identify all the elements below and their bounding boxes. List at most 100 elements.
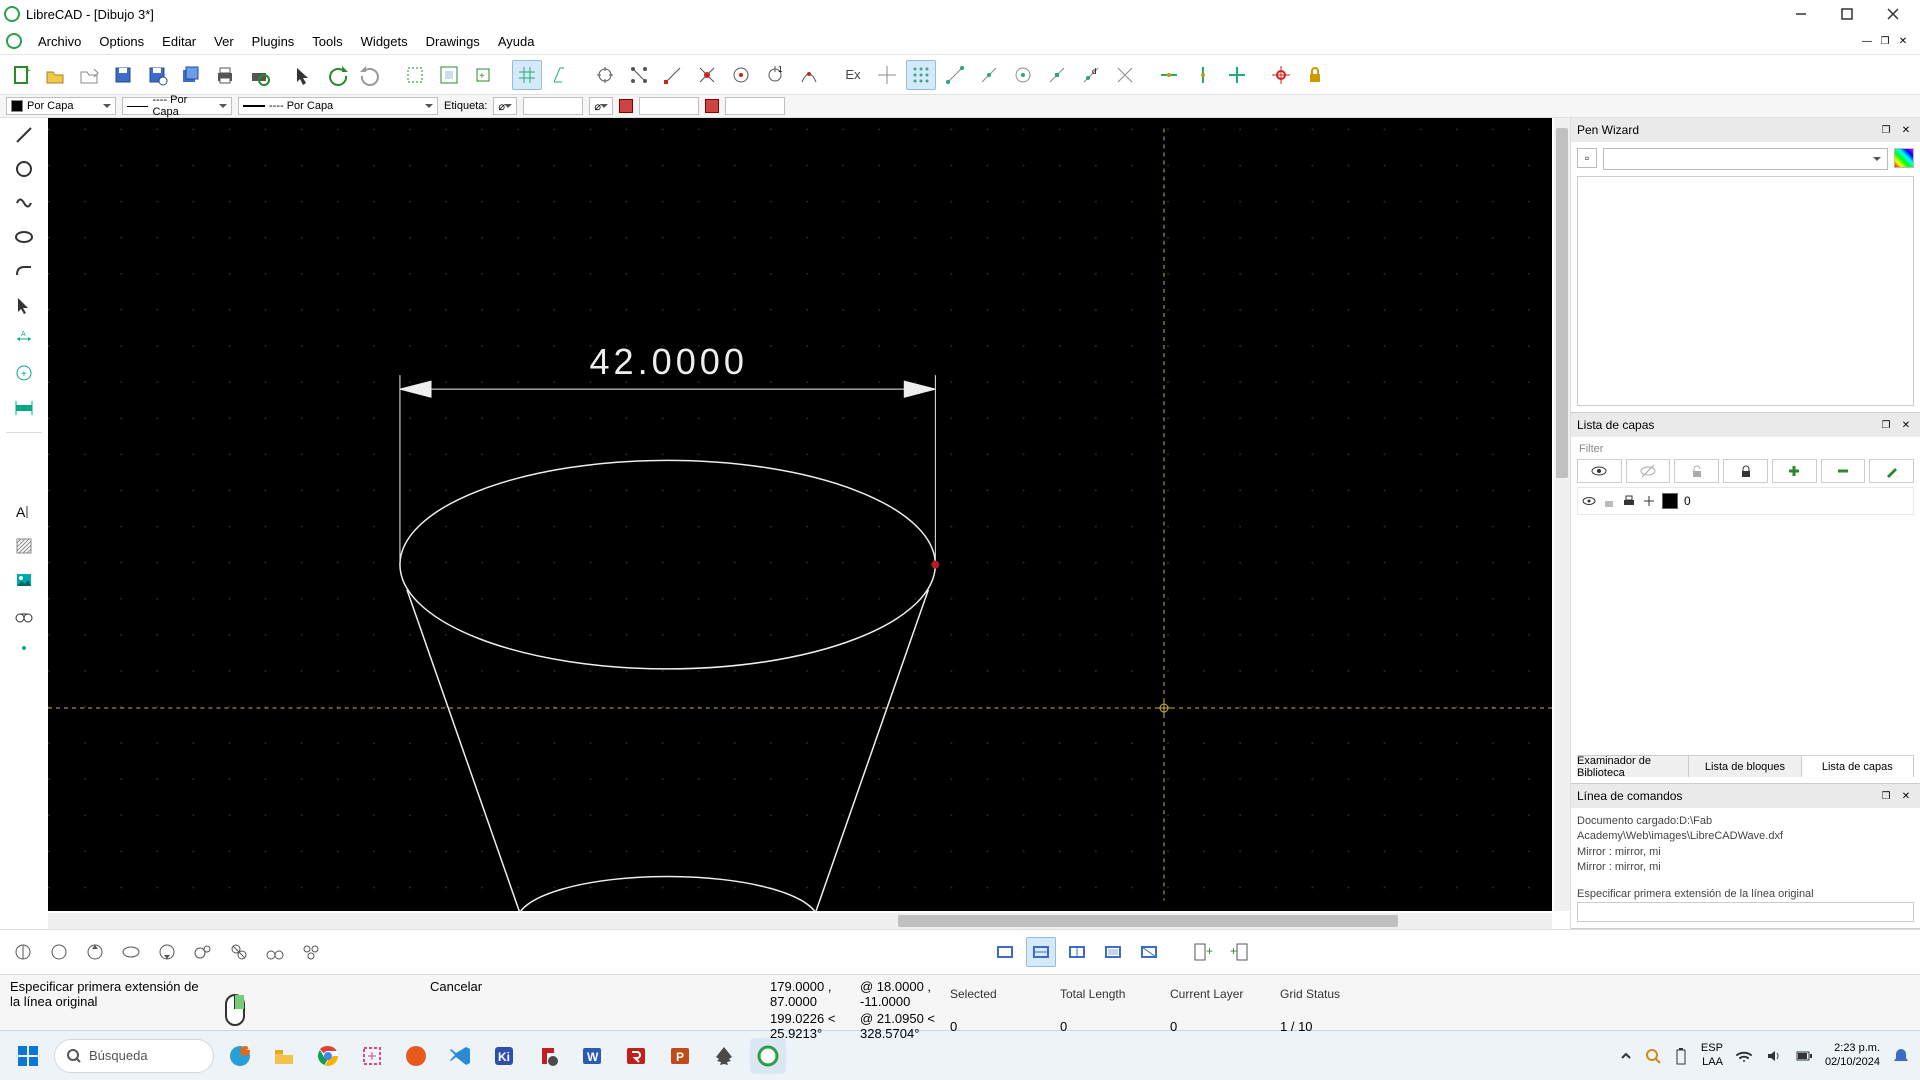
inkscape-icon[interactable] xyxy=(706,1038,742,1074)
pen-wiz-add-button[interactable]: ▫ xyxy=(1577,148,1597,168)
restrict-vertical-button[interactable] xyxy=(1188,60,1218,90)
iso-right-button[interactable] xyxy=(1062,937,1092,967)
dim-tol-lower-field[interactable] xyxy=(725,97,785,115)
tab-add-button[interactable]: + xyxy=(1188,937,1218,967)
close-icon[interactable]: ✕ xyxy=(1898,122,1914,138)
info-tool-button[interactable] xyxy=(9,392,39,422)
layers-remove-button[interactable] xyxy=(1821,459,1866,483)
command-input[interactable] xyxy=(1577,902,1914,922)
save-as-button[interactable] xyxy=(142,60,172,90)
menu-drawings[interactable]: Drawings xyxy=(418,31,488,52)
snap-intersection2-button[interactable] xyxy=(1110,60,1140,90)
order-lower-button[interactable] xyxy=(116,937,146,967)
mdi-restore-button[interactable]: ❐ xyxy=(1878,34,1892,48)
zoom-previous-button[interactable]: + xyxy=(468,60,498,90)
snap-distance-button[interactable] xyxy=(794,60,824,90)
volume-icon[interactable] xyxy=(1765,1048,1783,1064)
tray-search-icon[interactable] xyxy=(1645,1048,1661,1064)
word-icon[interactable]: W xyxy=(574,1038,610,1074)
order-back-button[interactable] xyxy=(44,937,74,967)
layers-show-all-button[interactable] xyxy=(1577,459,1622,483)
snap-middle-button[interactable]: 1 xyxy=(760,60,790,90)
set-relative-zero-button[interactable] xyxy=(1266,60,1296,90)
layers-unlock-button[interactable] xyxy=(1674,459,1719,483)
text-tool-button[interactable]: A xyxy=(9,497,39,527)
tray-chevron-icon[interactable] xyxy=(1619,1049,1633,1063)
vscode-icon[interactable] xyxy=(442,1038,478,1074)
snap-on-entity-button[interactable] xyxy=(872,60,902,90)
eye-icon[interactable] xyxy=(1582,494,1596,508)
select-tool-button[interactable] xyxy=(9,290,39,320)
clock[interactable]: 2:23 p.m.02/10/2024 xyxy=(1825,1042,1880,1068)
dim-label-field[interactable] xyxy=(523,97,583,115)
pen-wiz-list[interactable] xyxy=(1577,176,1914,406)
polyline-tool-button[interactable] xyxy=(9,256,39,286)
menu-editar[interactable]: Editar xyxy=(154,31,204,52)
tangent-3c-button[interactable] xyxy=(296,937,326,967)
taskbar-search[interactable]: Búsqueda xyxy=(54,1039,214,1073)
draft-mode-button[interactable] xyxy=(546,60,576,90)
zoom-window-button[interactable] xyxy=(400,60,430,90)
menu-ver[interactable]: Ver xyxy=(206,31,242,52)
image-tool-button[interactable] xyxy=(9,565,39,595)
float-icon[interactable]: ❐ xyxy=(1878,788,1894,804)
iso-left-button[interactable] xyxy=(990,937,1020,967)
open-recent-button[interactable] xyxy=(74,60,104,90)
tab-bloques[interactable]: Lista de bloques xyxy=(1689,756,1801,777)
hatch-tool-button[interactable] xyxy=(9,531,39,561)
circle-tool-button[interactable] xyxy=(9,154,39,184)
construction-icon[interactable] xyxy=(1642,494,1656,508)
tab-biblioteca[interactable]: Examinador de Biblioteca xyxy=(1577,756,1689,777)
spline-tool-button[interactable] xyxy=(9,188,39,218)
chrome-icon[interactable] xyxy=(310,1038,346,1074)
dim-tol-upper-field[interactable] xyxy=(639,97,699,115)
print-preview-button[interactable] xyxy=(244,60,274,90)
ellipse-tool-button[interactable] xyxy=(9,222,39,252)
order-top-button[interactable] xyxy=(152,937,182,967)
dim-tol-symbol-combo[interactable]: ⌀ xyxy=(589,97,613,115)
freecad-icon[interactable] xyxy=(530,1038,566,1074)
block-tool-button[interactable] xyxy=(9,599,39,629)
tray-battery-icon[interactable] xyxy=(1673,1046,1689,1066)
librecad-taskbar-icon[interactable] xyxy=(750,1038,786,1074)
layers-hide-all-button[interactable] xyxy=(1626,459,1671,483)
menu-options[interactable]: Options xyxy=(91,31,152,52)
restrict-horizontal-button[interactable] xyxy=(1154,60,1184,90)
iso-front-button[interactable] xyxy=(1098,937,1128,967)
menu-ayuda[interactable]: Ayuda xyxy=(490,31,543,52)
linetype-bylayer-combo[interactable]: ---- Por Capa xyxy=(122,97,232,115)
drawing-canvas[interactable]: 42.0000 xyxy=(48,118,1552,911)
undo-button[interactable] xyxy=(322,60,352,90)
snap-distance2-button[interactable]: d xyxy=(1076,60,1106,90)
close-icon[interactable]: ✕ xyxy=(1898,788,1914,804)
point-tool-button[interactable] xyxy=(9,633,39,663)
snap-intersection-button[interactable] xyxy=(692,60,722,90)
snap-center2-button[interactable] xyxy=(1008,60,1038,90)
close-button[interactable] xyxy=(1870,0,1916,28)
menu-widgets[interactable]: Widgets xyxy=(353,31,416,52)
tangent-2c-button[interactable] xyxy=(260,937,290,967)
grid-toggle-button[interactable] xyxy=(512,60,542,90)
horizontal-scrollbar[interactable] xyxy=(48,913,1552,929)
tab-remove-button[interactable]: + xyxy=(1224,937,1254,967)
layer-row-0[interactable]: 0 xyxy=(1577,487,1914,515)
redo-button[interactable] xyxy=(356,60,386,90)
new-file-button[interactable]: + xyxy=(6,60,36,90)
iso-off-button[interactable] xyxy=(1134,937,1164,967)
mdi-close-button[interactable]: ✕ xyxy=(1896,34,1910,48)
print-button[interactable] xyxy=(210,60,240,90)
powerpoint-icon[interactable]: P xyxy=(662,1038,698,1074)
order-raise-button[interactable] xyxy=(80,937,110,967)
tangent-pc-button[interactable] xyxy=(188,937,218,967)
layer-color-swatch[interactable] xyxy=(1662,493,1678,509)
layers-filter-label[interactable]: Filter xyxy=(1577,443,1914,459)
minimize-button[interactable] xyxy=(1778,0,1824,28)
wifi-icon[interactable] xyxy=(1735,1048,1753,1064)
float-icon[interactable]: ❐ xyxy=(1878,417,1894,433)
snap-endpoint-button[interactable] xyxy=(658,60,688,90)
print-icon[interactable] xyxy=(1622,494,1636,508)
layers-edit-button[interactable] xyxy=(1869,459,1914,483)
snap-grid-points-button[interactable] xyxy=(906,60,936,90)
acrobat-icon[interactable] xyxy=(618,1038,654,1074)
layers-add-button[interactable] xyxy=(1772,459,1817,483)
